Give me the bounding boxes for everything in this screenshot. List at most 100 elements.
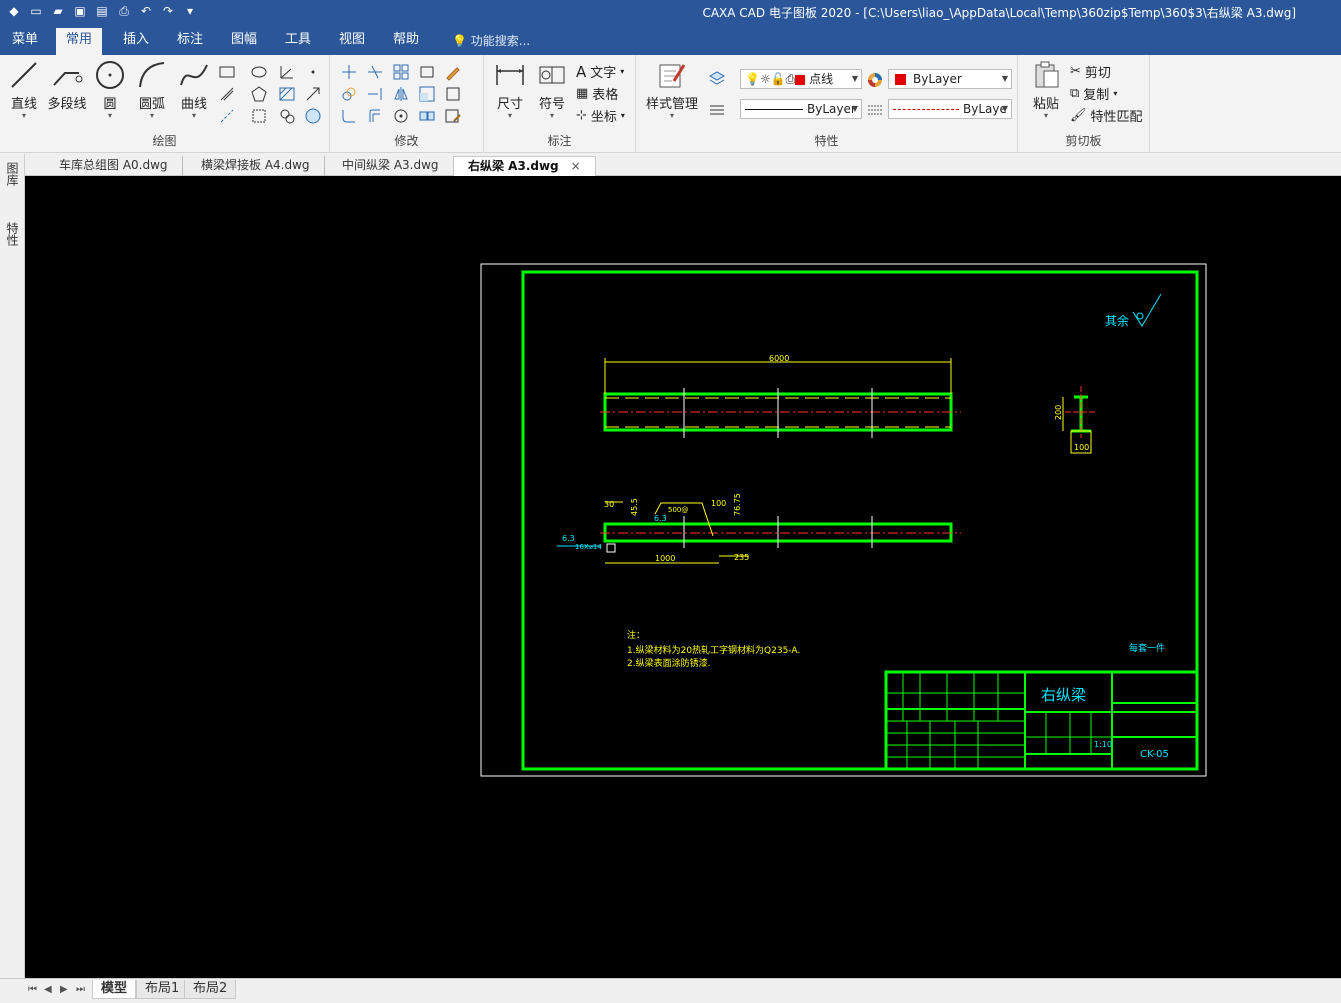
next-layout-icon[interactable]: ▶ <box>60 984 68 995</box>
explode-icon[interactable] <box>418 63 436 81</box>
color-select[interactable]: ByLayer ▼ <box>888 69 1012 89</box>
move-icon[interactable] <box>340 63 358 81</box>
circle-label: 圆 <box>103 97 117 112</box>
gear-shape-icon[interactable] <box>278 107 296 125</box>
centerline-icon[interactable] <box>218 107 236 125</box>
layer-manager-icon[interactable] <box>708 69 726 87</box>
prev-layout-icon[interactable]: ◀ <box>44 984 52 995</box>
match-properties-button[interactable]: 🖌 特性匹配 <box>1070 106 1143 125</box>
text-icon: A <box>576 62 587 81</box>
ellipse-icon[interactable] <box>250 63 268 81</box>
chevron-down-icon: ▾ <box>21 111 26 120</box>
save-icon[interactable]: ▣ <box>72 3 88 19</box>
tab-help[interactable]: 帮助 <box>383 30 429 55</box>
style-manager-label: 样式管理 <box>645 97 698 112</box>
stretch-icon[interactable] <box>444 85 462 103</box>
draw-group-label: 绘图 <box>152 134 177 148</box>
redo-icon[interactable]: ↷ <box>160 3 176 19</box>
doc-tab[interactable]: 横梁焊接板 A4.dwg <box>187 156 325 176</box>
arc-button[interactable]: 圆弧 ▾ <box>132 59 172 120</box>
new-file-icon[interactable]: ▭ <box>28 3 44 19</box>
table-button[interactable]: ▦ 表格 <box>576 84 618 103</box>
tab-home[interactable]: 常用 <box>56 28 103 55</box>
parallel-line-icon[interactable] <box>218 85 236 103</box>
tab-view[interactable]: 视图 <box>329 30 375 55</box>
save-as-icon[interactable]: ▤ <box>94 3 110 19</box>
customize-chevron-icon[interactable]: ▾ <box>182 3 198 19</box>
coordinate-button[interactable]: ⊹ 坐标 ▾ <box>576 106 625 125</box>
erase-icon[interactable] <box>444 63 462 81</box>
color-wheel-icon[interactable] <box>866 71 884 89</box>
polyline-button[interactable]: 多段线 <box>46 59 88 112</box>
modify-group-label: 修改 <box>394 134 419 148</box>
last-layout-icon[interactable]: ⏭ <box>76 984 85 995</box>
fillet-icon[interactable] <box>340 107 358 125</box>
line-button[interactable]: 直线 ▾ <box>4 59 44 120</box>
edit-props-icon[interactable] <box>444 107 462 125</box>
array-icon[interactable] <box>392 63 410 81</box>
layout-tab-2[interactable]: 布局2 <box>184 980 237 999</box>
rotate-icon[interactable] <box>392 107 410 125</box>
cut-button[interactable]: ✂ 剪切 <box>1070 62 1111 81</box>
layer-select[interactable]: 💡☼🔓⎙ 点线 ▼ <box>740 69 862 89</box>
block-icon[interactable] <box>250 107 268 125</box>
line-scale-icon[interactable] <box>866 101 884 119</box>
drawing-svg[interactable]: 其余 6000 200 100 1000 235 30 45.5 100 76.… <box>25 176 1341 978</box>
match-properties-label: 特性匹配 <box>1090 110 1143 125</box>
arrow-icon[interactable] <box>304 85 322 103</box>
tab-tools[interactable]: 工具 <box>275 30 321 55</box>
rectangle-icon[interactable] <box>218 63 236 81</box>
copy-button[interactable]: ⧉ 复制 ▾ <box>1070 84 1117 103</box>
paste-button[interactable]: 粘贴 ▾ <box>1026 59 1066 120</box>
chevron-down-icon: ▼ <box>1001 104 1008 113</box>
text-button[interactable]: A 文字 ▾ <box>576 62 624 82</box>
hatch-icon[interactable] <box>278 85 296 103</box>
app-logo-icon[interactable]: ◆ <box>6 3 22 19</box>
feature-search[interactable]: 💡 功能搜索... <box>452 32 530 49</box>
layout-tab-model[interactable]: 模型 <box>92 980 137 999</box>
tab-insert[interactable]: 插入 <box>113 30 159 55</box>
dimension-button[interactable]: 尺寸 ▾ <box>490 59 530 120</box>
tolerance-symbol-icon <box>539 66 565 84</box>
note-line-2: 2.纵梁表面涂防锈漆. <box>627 657 710 669</box>
break-icon[interactable] <box>418 107 436 125</box>
document-tabs: 车库总组图 A0.dwg 横梁焊接板 A4.dwg 中间纵梁 A3.dwg 右纵… <box>25 154 1341 176</box>
mirror-icon[interactable] <box>392 85 410 103</box>
tab-annotate[interactable]: 标注 <box>167 30 213 55</box>
table-label: 表格 <box>592 88 619 103</box>
layout-tab-1[interactable]: 布局1 <box>136 980 189 999</box>
undo-icon[interactable]: ↶ <box>138 3 154 19</box>
extend-icon[interactable] <box>366 85 384 103</box>
trim-icon[interactable] <box>366 63 384 81</box>
print-icon[interactable]: ⎙ <box>116 3 132 19</box>
lineweight-select[interactable]: ByLaye ▼ <box>888 99 1012 119</box>
open-folder-icon[interactable]: ▰ <box>50 3 66 19</box>
annotate-group-label: 标注 <box>547 134 572 148</box>
annotate-group: 尺寸 ▾ 符号 ▾ A 文字 ▾ ▦ 表格 ⊹ 坐标 ▾ 标注 <box>484 55 636 153</box>
offset-icon[interactable] <box>366 107 384 125</box>
style-manager-button[interactable]: 样式管理 ▾ <box>642 59 702 120</box>
circle-button[interactable]: 圆 ▾ <box>90 59 130 120</box>
linetype-select[interactable]: ByLayer ▼ <box>740 99 862 119</box>
first-layout-icon[interactable]: ⏮ <box>28 984 37 995</box>
fill-icon[interactable] <box>304 107 322 125</box>
symbol-button[interactable]: 符号 ▾ <box>532 59 572 120</box>
doc-tab-active[interactable]: 右纵梁 A3.dwg × <box>453 156 596 176</box>
polygon-icon[interactable] <box>250 85 268 103</box>
properties-panel-tab[interactable]: 特性 <box>4 222 21 246</box>
close-icon[interactable]: × <box>571 159 581 173</box>
library-panel-tab[interactable]: 图库 <box>4 162 21 186</box>
doc-tab[interactable]: 车库总组图 A0.dwg <box>45 156 183 176</box>
doc-tab[interactable]: 中间纵梁 A3.dwg <box>328 156 454 176</box>
tab-sheet[interactable]: 图幅 <box>221 30 267 55</box>
scale-icon[interactable] <box>418 85 436 103</box>
tab-menu[interactable]: 菜单 <box>2 30 48 55</box>
drawing-canvas[interactable]: 其余 6000 200 100 1000 235 30 45.5 100 76.… <box>25 176 1341 978</box>
curve-button[interactable]: 曲线 ▾ <box>174 59 214 120</box>
holes-note: 16X⌀14 <box>575 543 602 551</box>
lineweight-icon[interactable] <box>708 101 726 119</box>
copy-object-icon[interactable] <box>340 85 358 103</box>
roughness-6-3b: 6.3 <box>562 534 575 543</box>
point-icon[interactable] <box>304 63 322 81</box>
angle-line-icon[interactable] <box>278 63 296 81</box>
